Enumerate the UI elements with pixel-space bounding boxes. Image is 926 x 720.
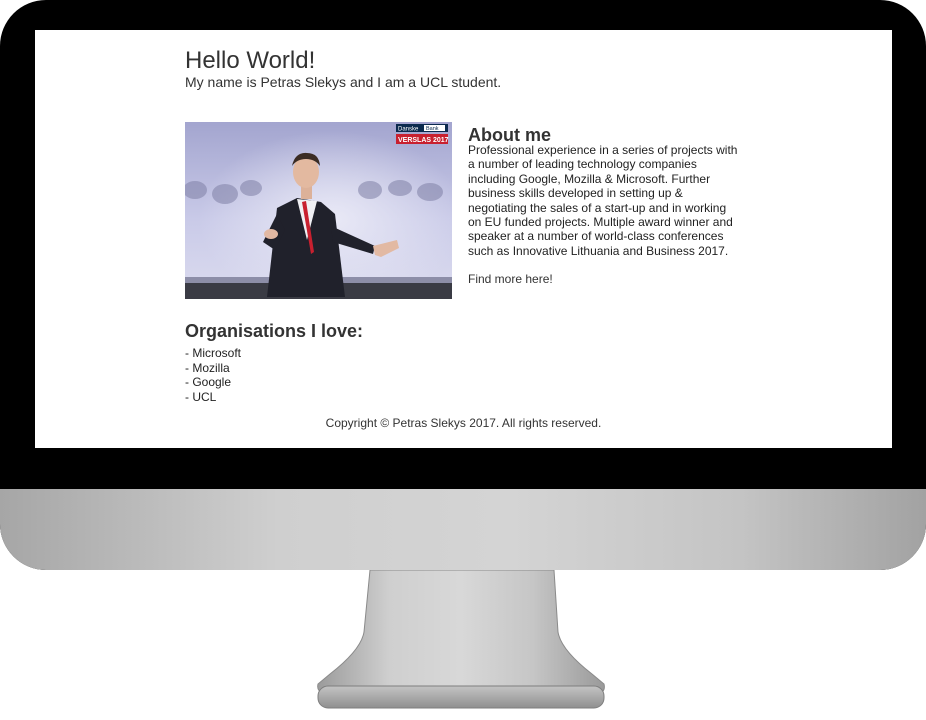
banner-brand-b: Bank bbox=[426, 126, 439, 132]
intro-text: My name is Petras Slekys and I am a UCL … bbox=[185, 74, 502, 90]
monitor-chin bbox=[0, 489, 926, 570]
browser-viewport: Hello World! My name is Petras Slekys an… bbox=[35, 30, 892, 448]
find-more-link[interactable]: Find more here! bbox=[468, 272, 553, 286]
list-item: - Microsoft bbox=[185, 346, 242, 360]
footer-copyright: Copyright © Petras Slekys 2017. All righ… bbox=[325, 416, 602, 430]
list-item: - Google bbox=[185, 375, 232, 390]
monitor-stand bbox=[317, 570, 605, 709]
banner-event-label: VERSLAS 2017 bbox=[398, 137, 449, 144]
speaker-photo: Danske Bank VERSLAS 2017 bbox=[185, 122, 452, 299]
page-title: Hello World! bbox=[185, 47, 316, 74]
monitor-bezel: Hello World! My name is Petras Slekys an… bbox=[0, 0, 926, 570]
list-item: - Mozilla bbox=[185, 360, 230, 375]
banner-brand-a: Danske bbox=[398, 127, 419, 133]
about-paragraph: Professional experience in a series of p… bbox=[468, 143, 738, 258]
list-item: - UCL bbox=[185, 389, 217, 404]
organisations-heading: Organisations I love: bbox=[185, 321, 364, 341]
organisations-list: - Microsoft - Mozilla - Google - UCL bbox=[185, 346, 241, 404]
